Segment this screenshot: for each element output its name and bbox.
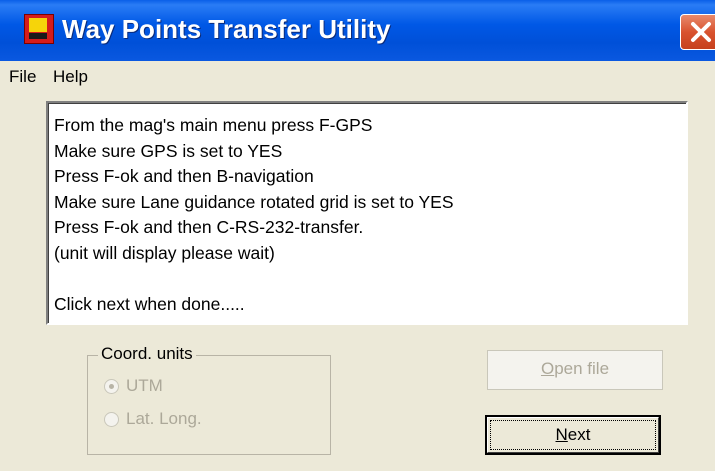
menu-file[interactable]: File xyxy=(9,67,36,87)
instruction-line: (unit will display please wait) xyxy=(54,242,275,263)
radio-button-icon[interactable] xyxy=(104,412,119,427)
title-bar[interactable]: Way Points Transfer Utility xyxy=(0,0,715,61)
instruction-line: Press F-ok and then B-navigation xyxy=(54,166,314,186)
instruction-line xyxy=(54,266,682,292)
instruction-line: Make sure Lane guidance rotated grid is … xyxy=(54,191,454,212)
menu-bar: File Help xyxy=(0,61,715,91)
instruction-line: Make sure GPS is set to YES xyxy=(54,140,283,161)
radio-lat-long-label: Lat. Long. xyxy=(126,409,202,428)
close-button[interactable] xyxy=(680,14,715,50)
open-file-mnemonic: O xyxy=(540,359,555,378)
coord-units-group: Coord. units UTM Lat. Long. xyxy=(87,344,331,455)
next-button[interactable]: Next xyxy=(485,415,661,455)
instruction-line: Click next when done..... xyxy=(54,293,245,314)
radio-button-icon[interactable] xyxy=(104,379,119,394)
radio-utm-label: UTM xyxy=(126,376,163,395)
instruction-line: Press F-ok and then C-RS-232-transfer. xyxy=(54,217,364,237)
open-file-button[interactable]: Open file xyxy=(487,350,663,390)
close-icon xyxy=(691,22,711,42)
menu-help[interactable]: Help xyxy=(53,67,88,87)
instruction-line: From the mag's main menu press F-GPS xyxy=(54,115,373,135)
window-title: Way Points Transfer Utility xyxy=(62,14,391,44)
coord-units-legend: Coord. units xyxy=(98,344,196,364)
app-window: Way Points Transfer Utility File Help Fr… xyxy=(0,0,715,471)
app-icon[interactable] xyxy=(24,14,54,44)
instructions-textbox[interactable]: From the mag's main menu press F-GPS Mak… xyxy=(46,101,688,325)
open-file-label: pen file xyxy=(554,359,610,378)
